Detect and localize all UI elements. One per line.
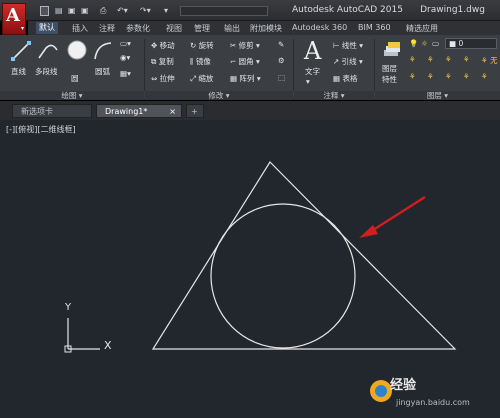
watermark-url: jingyan.baidu.com [396, 398, 470, 407]
ucs-x-label: X [104, 339, 112, 352]
ucs-icon [64, 318, 100, 353]
drawing-geometry [64, 161, 457, 353]
ucs-y-label: Y [65, 302, 72, 313]
triangle-shape[interactable] [151, 161, 457, 350]
annotation-arrow [359, 195, 426, 238]
watermark-text: 经验 [390, 378, 417, 393]
watermark: 经验 jingyan.baidu.com [366, 372, 500, 418]
